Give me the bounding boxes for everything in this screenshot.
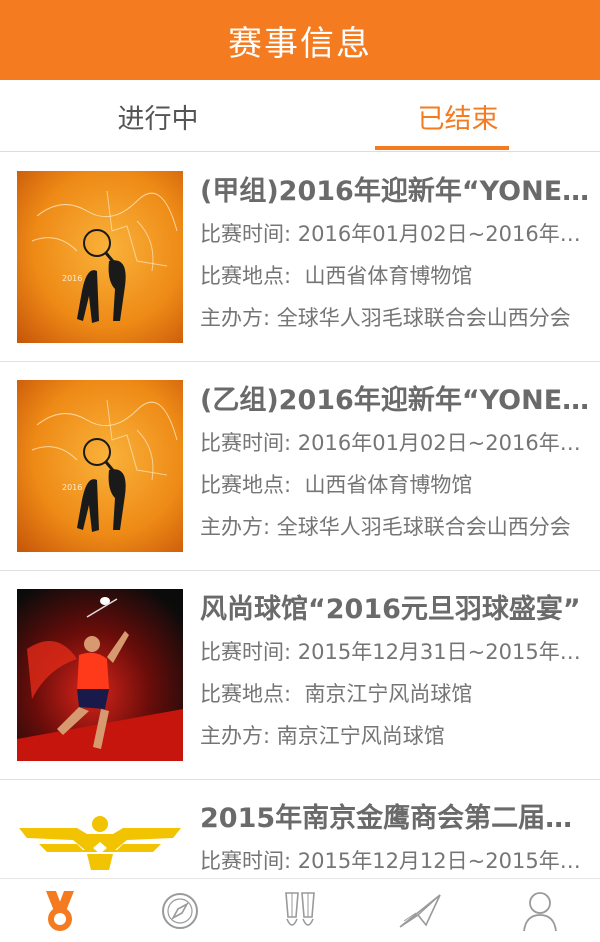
event-host: 主办方: 全球华人羽毛球联合会山西分会 xyxy=(200,306,571,330)
nav-badminton[interactable] xyxy=(240,879,360,942)
app-bar: 赛事信息 xyxy=(0,0,600,80)
event-place: 比赛地点: 山西省体育博物馆 xyxy=(200,264,473,288)
compass-icon xyxy=(160,891,200,931)
nav-events[interactable] xyxy=(0,879,120,942)
tab-finished[interactable]: 已结束 xyxy=(316,80,600,152)
event-thumbnail: 2016 xyxy=(17,171,183,343)
event-host: 主办方: 南京江宁风尚球馆 xyxy=(200,724,445,748)
event-place: 比赛地点: 南京江宁风尚球馆 xyxy=(200,682,473,706)
event-title: 2015年南京金鹰商会第二届羽毛球赛 xyxy=(200,803,594,834)
event-title: 风尚球馆“2016元旦羽球盛宴” xyxy=(200,594,581,625)
event-thumbnail xyxy=(17,589,183,761)
event-time: 比赛时间: 2015年12月12日~2015年12月12日 xyxy=(200,849,594,873)
event-thumbnail xyxy=(17,798,183,878)
event-time: 比赛时间: 2016年01月02日~2016年01月03日 xyxy=(200,431,594,455)
tab-bar: 进行中 已结束 xyxy=(0,80,600,152)
event-thumbnail: 2016 xyxy=(17,380,183,552)
event-item[interactable]: 风尚球馆“2016元旦羽球盛宴” 比赛时间: 2015年12月31日~2015年… xyxy=(0,571,600,780)
medal-icon xyxy=(40,889,80,933)
event-time: 比赛时间: 2016年01月02日~2016年01月03日 xyxy=(200,222,594,246)
tab-ongoing[interactable]: 进行中 xyxy=(0,80,316,152)
event-host: 主办方: 全球华人羽毛球联合会山西分会 xyxy=(200,515,571,539)
bottom-nav xyxy=(0,878,600,942)
tab-indicator xyxy=(375,146,509,150)
paper-plane-icon xyxy=(398,891,442,931)
event-title: (乙组)2016年迎新年“YONEX”杯羽毛球赛 xyxy=(200,385,594,416)
shuttlecock-icon xyxy=(280,889,320,933)
event-time: 比赛时间: 2015年12月31日~2015年12月31日 xyxy=(200,640,594,664)
event-item[interactable]: 2016 (甲组)2016年迎新年“YONEX”杯羽毛球赛 比赛时间: 2016… xyxy=(0,153,600,362)
svg-text:2016: 2016 xyxy=(62,483,82,492)
event-title: (甲组)2016年迎新年“YONEX”杯羽毛球赛 xyxy=(200,176,594,207)
event-place: 比赛地点: 山西省体育博物馆 xyxy=(200,473,473,497)
user-icon xyxy=(520,889,560,933)
svg-text:2016: 2016 xyxy=(62,274,82,283)
event-list[interactable]: 2016 (甲组)2016年迎新年“YONEX”杯羽毛球赛 比赛时间: 2016… xyxy=(0,153,600,878)
event-item[interactable]: 2015年南京金鹰商会第二届羽毛球赛 比赛时间: 2015年12月12日~201… xyxy=(0,780,600,878)
page-title: 赛事信息 xyxy=(228,23,372,64)
nav-discover[interactable] xyxy=(120,879,240,942)
nav-messages[interactable] xyxy=(360,879,480,942)
nav-profile[interactable] xyxy=(480,879,600,942)
event-item[interactable]: 2016 (乙组)2016年迎新年“YONEX”杯羽毛球赛 比赛时间: 2016… xyxy=(0,362,600,571)
